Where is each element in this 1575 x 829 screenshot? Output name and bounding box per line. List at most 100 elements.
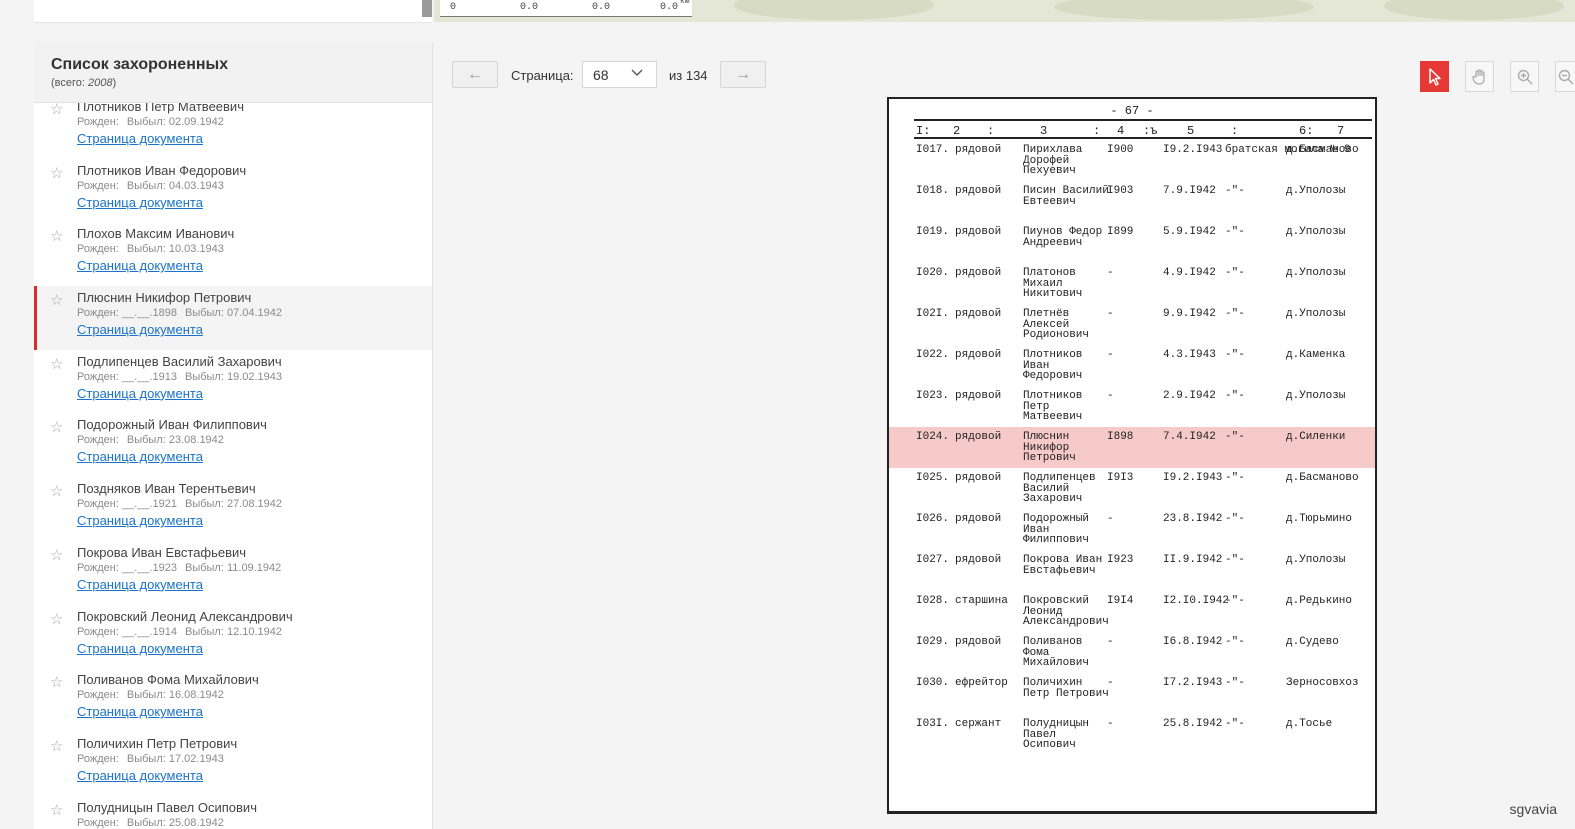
list-item[interactable]: ☆ Полудницын Павел Осипович Рожден: Выбыл: … — [34, 796, 432, 829]
document-row: I030. ефрейтор Поличихин Петр Петрович - I7.… — [889, 673, 1375, 714]
person-dates: Рожден: __.__.1921 Выбыл: 27.08.1942 — [77, 497, 432, 512]
star-icon[interactable]: ☆ — [50, 293, 63, 308]
star-icon[interactable]: ☆ — [50, 739, 63, 754]
document-page-link[interactable]: Страница документа — [77, 449, 203, 464]
doc-cell-year: - — [1107, 349, 1114, 361]
star-icon[interactable]: ☆ — [50, 675, 63, 690]
star-icon[interactable]: ☆ — [50, 548, 63, 563]
document-page-link[interactable]: Страница документа — [77, 258, 203, 273]
document-page-link[interactable]: Страница документа — [77, 704, 203, 719]
next-page-button[interactable]: → — [720, 61, 766, 88]
doc-cell-date: I7.2.I943 — [1163, 677, 1223, 689]
died-date: Выбыл: 25.08.1942 — [126, 816, 224, 829]
person-dates: Рожден: __.__.1898 Выбыл: 07.04.1942 — [77, 306, 432, 321]
page-total: из 134 — [669, 68, 708, 83]
doc-cell-grave: -"- — [1225, 349, 1245, 361]
star-icon[interactable]: ☆ — [50, 420, 63, 435]
star-icon[interactable]: ☆ — [50, 229, 63, 244]
doc-cell-name: Плотников Петр Матвеевич — [1023, 390, 1083, 423]
doc-header-cell: 5 — [1187, 124, 1195, 138]
died-date: Выбыл: 11.09.1942 — [184, 561, 282, 574]
zoom-out-button[interactable] — [1555, 61, 1575, 92]
doc-cell-rank: рядовой — [955, 472, 1002, 484]
map-view[interactable]: 0 0.0 0.0 0.0 км — [434, 0, 1575, 22]
document-page-link[interactable]: Страница документа — [77, 131, 203, 146]
doc-cell-rank: ефрейтор — [955, 677, 1008, 689]
doc-cell-grave: -"- — [1225, 472, 1245, 484]
doc-cell-place: д.Уполозы — [1286, 308, 1346, 320]
star-icon[interactable]: ☆ — [50, 166, 63, 181]
scrollbar-thumb[interactable] — [422, 0, 432, 17]
list-item[interactable]: ☆ Плохов Максим Иванович Рожден: Выбыл: 10.… — [34, 222, 432, 286]
star-icon[interactable]: ☆ — [50, 803, 63, 818]
star-icon[interactable]: ☆ — [50, 612, 63, 627]
table-rule — [914, 119, 1372, 121]
person-name: Полудницын Павел Осипович — [77, 799, 257, 815]
doc-cell-year: - — [1107, 513, 1114, 525]
document-page-link[interactable]: Страница документа — [77, 513, 203, 528]
doc-cell-name: Подлипенцев Василий Захарович — [1023, 472, 1096, 505]
list-item[interactable]: ☆ Подлипенцев Василий Захарович Рожден: __… — [34, 350, 432, 414]
scale-unit: км — [680, 0, 690, 6]
scale-label: 0 — [450, 2, 457, 13]
list-item[interactable]: ☆ Плотников Иван Федорович Рожден: Выбыл: 0… — [34, 159, 432, 223]
doc-cell-date: II.9.I942 — [1163, 554, 1223, 566]
list-item[interactable]: ☆ Подорожный Иван Филиппович Рожден: Выбыл:… — [34, 413, 432, 477]
doc-header-cell: 6: — [1299, 124, 1314, 138]
person-name: Поличихин Петр Петрович — [77, 735, 238, 751]
document-page-link[interactable]: Страница документа — [77, 577, 203, 592]
pan-tool-button[interactable] — [1465, 61, 1494, 92]
person-name: Поливанов Фома Михайлович — [77, 672, 259, 688]
document-page-link[interactable]: Страница документа — [77, 386, 203, 401]
doc-cell-place: Зерносовхоз — [1286, 677, 1359, 689]
person-name: Плюснин Никифор Петрович — [77, 290, 252, 306]
arrow-right-icon: → — [735, 66, 751, 83]
burial-list[interactable]: ☆ Плотников Петр Матвеевич Рожден: Выбыл: 0… — [34, 103, 432, 829]
star-icon[interactable]: ☆ — [50, 357, 63, 372]
died-date: Выбыл: 19.02.1943 — [184, 370, 283, 383]
doc-cell-place: д.Судево — [1286, 636, 1339, 648]
born-date: Рожден: __.__.1898 — [77, 307, 177, 320]
list-item[interactable]: ☆ Покровский Леонид Александрович Рожден: … — [34, 605, 432, 669]
list-item[interactable]: ☆ Поличихин Петр Петрович Рожден: Выбыл: 17… — [34, 732, 432, 796]
doc-cell-place: д.Силенки — [1286, 431, 1346, 443]
person-dates: Рожден: Выбыл: 02.09.1942 — [77, 115, 432, 130]
born-date: Рожден: — [77, 116, 119, 128]
document-page-link[interactable]: Страница документа — [77, 641, 203, 656]
doc-header-cell: 3 — [1040, 124, 1048, 138]
scale-label: 0.0 — [520, 2, 539, 13]
document-page-link[interactable]: Страница документа — [77, 195, 203, 210]
born-date: Рожден: — [77, 752, 119, 765]
list-item[interactable]: ☆ Поздняков Иван Терентьевич Рожден: __.__… — [34, 477, 432, 541]
prev-page-button[interactable]: ← — [452, 61, 498, 88]
document-row: I026. рядовой Подорожный Иван Филиппович - 2… — [889, 509, 1375, 550]
doc-cell-year: I900 — [1107, 144, 1134, 156]
previous-panel-remnant — [34, 0, 432, 23]
doc-cell-name: Плетнёв Алексей Родионович — [1023, 308, 1090, 341]
select-tool-button[interactable] — [1420, 61, 1449, 92]
doc-cell-grave: -"- — [1225, 226, 1245, 238]
doc-cell-name: Писин Василий Евтеевич — [1023, 185, 1109, 208]
doc-cell-place: д.Тюрьмино — [1286, 513, 1353, 525]
list-item[interactable]: ☆ Плотников Петр Матвеевич Рожден: Выбыл: 0… — [34, 103, 432, 159]
document-page[interactable]: - 67 - I: 2 : 3 : 4 :ъ 5 : 6: 7 I017. ряд… — [887, 97, 1377, 814]
person-name: Покровский Леонид Александрович — [77, 608, 293, 624]
doc-cell-year: - — [1107, 390, 1114, 402]
document-page-link[interactable]: Страница документа — [77, 322, 203, 337]
star-icon[interactable]: ☆ — [50, 484, 63, 499]
list-item[interactable]: ☆ Поливанов Фома Михайлович Рожден: Выбыл: … — [34, 668, 432, 732]
doc-cell-place: д.Тосье — [1286, 718, 1333, 730]
doc-header-cell: :ъ — [1143, 124, 1158, 138]
doc-cell-num: I028. — [916, 595, 950, 607]
doc-cell-grave: -"- — [1225, 185, 1245, 197]
zoom-in-button[interactable] — [1510, 61, 1539, 92]
star-icon[interactable]: ☆ — [50, 103, 63, 117]
list-item[interactable]: ☆ Плюснин Никифор Петрович Рожден: __.__.1… — [34, 286, 432, 350]
born-date: Рожден: __.__.1923 — [77, 561, 177, 574]
doc-cell-date: 4.9.I942 — [1163, 267, 1216, 279]
died-date: Выбыл: 23.08.1942 — [126, 434, 224, 447]
page-select[interactable]: 68 — [582, 61, 657, 88]
list-item[interactable]: ☆ Покрова Иван Евстафьевич Рожден: __.__.1… — [34, 541, 432, 605]
doc-cell-num: I027. — [916, 554, 950, 566]
document-page-link[interactable]: Страница документа — [77, 768, 203, 783]
